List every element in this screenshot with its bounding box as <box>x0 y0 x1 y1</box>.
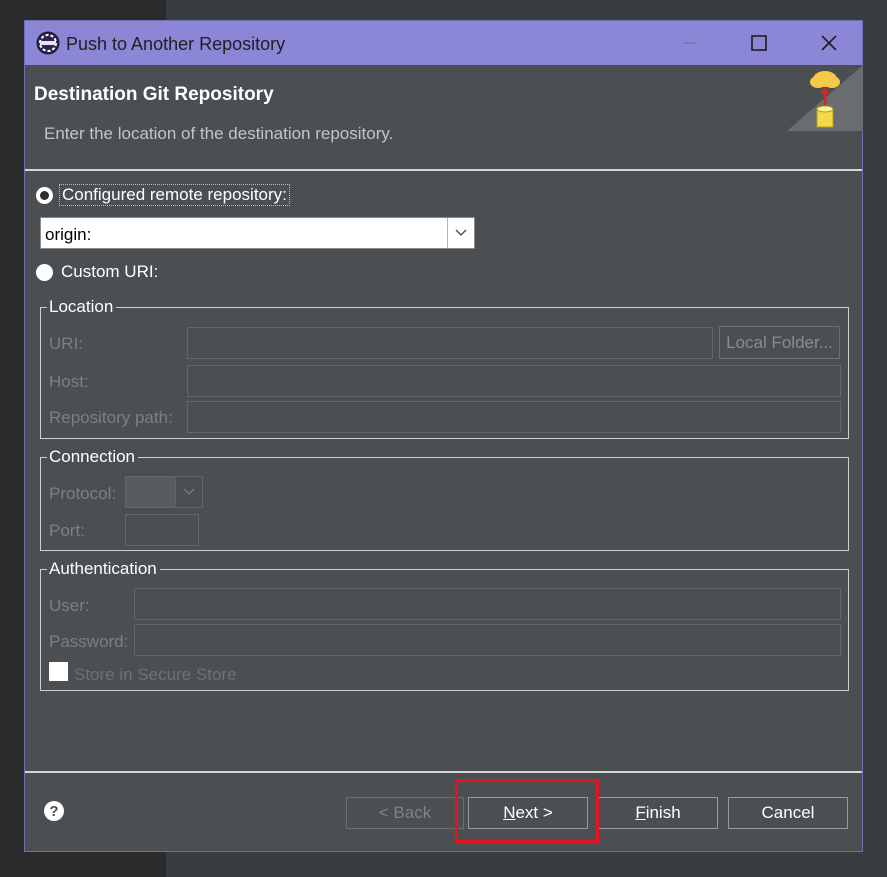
wizard-header: Destination Git Repository Enter the loc… <box>25 65 863 169</box>
configured-remote-label: Configured remote repository: <box>59 184 290 206</box>
minimize-icon <box>683 42 695 44</box>
repository-path-label: Repository path: <box>49 408 173 427</box>
host-input[interactable] <box>187 365 841 397</box>
title-bar: Push to Another Repository <box>25 21 862 65</box>
password-label: Password: <box>49 632 129 651</box>
connection-legend: Connection <box>47 447 139 467</box>
page-description: Enter the location of the destination re… <box>44 124 394 143</box>
authentication-group: Authentication User: Password: Store in … <box>40 559 849 691</box>
location-legend: Location <box>47 297 117 317</box>
authentication-legend: Authentication <box>47 559 160 579</box>
page-title: Destination Git Repository <box>34 84 274 105</box>
custom-uri-label: Custom URI: <box>61 262 159 281</box>
secure-store-checkbox[interactable] <box>49 662 68 681</box>
custom-uri-radio[interactable] <box>36 263 53 281</box>
user-input[interactable] <box>134 588 841 620</box>
user-label: User: <box>49 596 90 615</box>
eclipse-icon <box>35 30 61 56</box>
secure-store-label: Store in Secure Store <box>74 665 237 684</box>
window-title: Push to Another Repository <box>66 34 286 54</box>
host-label: Host: <box>49 372 89 391</box>
remote-select-value: origin: <box>45 225 92 244</box>
configured-remote-option[interactable]: Configured remote repository: <box>36 184 290 206</box>
maximize-icon <box>751 35 767 51</box>
chevron-down-icon <box>175 477 202 507</box>
custom-uri-option[interactable]: Custom URI: <box>36 262 158 282</box>
connection-group: Connection Protocol: Port: <box>40 447 849 551</box>
minimize-button[interactable] <box>660 21 718 65</box>
remote-select[interactable]: origin: <box>40 217 475 249</box>
finish-mnemonic: F <box>635 803 646 822</box>
back-button[interactable]: < Back <box>346 797 464 829</box>
finish-button[interactable]: Finish <box>598 797 718 829</box>
footer-separator <box>25 771 862 773</box>
cancel-button[interactable]: Cancel <box>728 797 848 829</box>
configured-remote-radio[interactable] <box>36 186 53 204</box>
close-button[interactable] <box>800 21 858 65</box>
chevron-down-icon <box>447 218 474 248</box>
protocol-select-value <box>126 477 176 507</box>
maximize-button[interactable] <box>730 21 788 65</box>
header-separator <box>25 169 862 171</box>
port-input[interactable] <box>125 514 199 546</box>
location-group: Location URI: Local Folder... Host: Repo… <box>40 297 849 439</box>
finish-label-rest: inish <box>645 803 681 822</box>
password-input[interactable] <box>134 624 841 656</box>
protocol-select[interactable] <box>125 476 203 508</box>
port-label: Port: <box>49 521 85 540</box>
close-icon <box>821 35 837 51</box>
next-button-highlight <box>455 779 599 843</box>
push-repository-banner-icon <box>787 65 863 133</box>
help-icon[interactable]: ? <box>44 801 64 821</box>
uri-input[interactable] <box>187 327 713 359</box>
push-dialog: Push to Another Repository Destination G… <box>24 20 863 852</box>
protocol-label: Protocol: <box>49 484 117 503</box>
repository-path-input[interactable] <box>187 401 841 433</box>
uri-label: URI: <box>49 334 83 353</box>
local-folder-button[interactable]: Local Folder... <box>719 326 840 359</box>
